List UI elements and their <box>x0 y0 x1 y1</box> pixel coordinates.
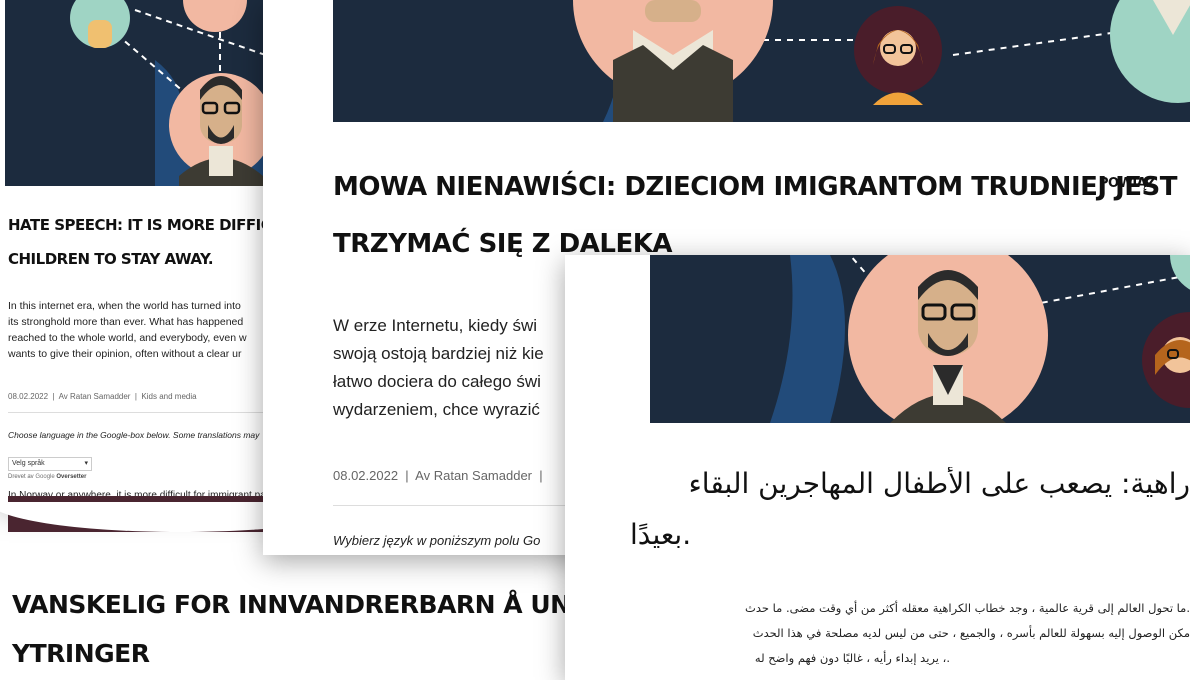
headline-line: MOWA NIENAWIŚCI: DZIECIOM IMIGRANTOM TRU… <box>333 172 1178 202</box>
article-card-arabic: راهية: يصعب على الأطفال المهاجرين البقاء… <box>565 255 1190 680</box>
headline-line: .بعيدًا <box>630 518 692 551</box>
article-card-english: HATE SPEECH: IT IS MORE DIFFICU CHILDREN… <box>0 0 280 505</box>
hero-illustration <box>5 0 280 186</box>
excerpt-line: reached to the whole world, and everybod… <box>8 332 247 344</box>
excerpt-line: W erze Internetu, kiedy świ <box>333 316 538 335</box>
article-excerpt: .ما تحول العالم إلى قرية عالمية ، وجد خط… <box>600 596 1190 671</box>
excerpt-line: wants to give their opinion, often witho… <box>8 348 242 360</box>
people-network-icon <box>573 0 1190 122</box>
excerpt-line: wydarzeniem, chce wyrazić <box>333 400 540 419</box>
chevron-down-icon: ▾ <box>84 460 88 467</box>
article-headline: MOWA NIENAWIŚCI: DZIECIOM IMIGRANTOM TRU… <box>333 172 1178 259</box>
hero-illustration <box>333 0 1190 122</box>
people-network-icon <box>770 255 1190 423</box>
excerpt-line: In this internet era, when the world has… <box>8 300 241 312</box>
article-meta: 08.02.2022 | Av Ratan Samadder | Kids an… <box>8 392 197 401</box>
choose-language-note: Wybierz język w poniższym polu Go <box>333 533 541 548</box>
article-headline: HATE SPEECH: IT IS MORE DIFFICU CHILDREN… <box>8 216 280 268</box>
excerpt-line: łatwo dociera do całego świ <box>333 372 541 391</box>
hero-illustration <box>650 255 1190 423</box>
article-excerpt: In this internet era, when the world has… <box>8 298 247 362</box>
language-select[interactable]: Velg språk ▾ <box>8 457 92 471</box>
headline-line: HATE SPEECH: IT IS MORE DIFFICU <box>8 216 280 234</box>
headline-line: راهية: يصعب على الأطفال المهاجرين البقاء <box>688 467 1190 500</box>
google-logo: Google <box>35 474 55 480</box>
people-network-icon <box>70 0 280 186</box>
divider <box>8 412 278 413</box>
article-excerpt: W erze Internetu, kiedy świ swoją ostoją… <box>333 312 544 424</box>
excerpt-line: its stronghold more than ever. What has … <box>8 316 244 328</box>
excerpt-line: مكن الوصول إليه بسهولة للعالم بأسره ، وا… <box>752 626 1190 640</box>
google-translate-credit: Drevet av Google Oversetter <box>8 474 86 480</box>
related-articles-label: POWIąZ <box>1099 176 1156 191</box>
article-meta: 08.02.2022 | Av Ratan Samadder | <box>333 468 543 483</box>
excerpt-line: swoją ostoją bardziej niż kie <box>333 344 544 363</box>
headline-line: CHILDREN TO STAY AWAY. <box>8 250 214 268</box>
excerpt-line: .ما تحول العالم إلى قرية عالمية ، وجد خط… <box>745 601 1190 615</box>
choose-language-note: Choose language in the Google-box below.… <box>8 430 260 440</box>
excerpt-line: .، يريد إبداء رأيه ، غالبًا دون فهم واضح… <box>754 651 950 665</box>
oversetter-label[interactable]: Oversetter <box>56 474 86 480</box>
language-select-value: Velg språk <box>12 460 45 467</box>
powered-by-label: Drevet av <box>8 474 34 480</box>
article-headline: راهية: يصعب على الأطفال المهاجرين البقاء… <box>630 467 1190 551</box>
